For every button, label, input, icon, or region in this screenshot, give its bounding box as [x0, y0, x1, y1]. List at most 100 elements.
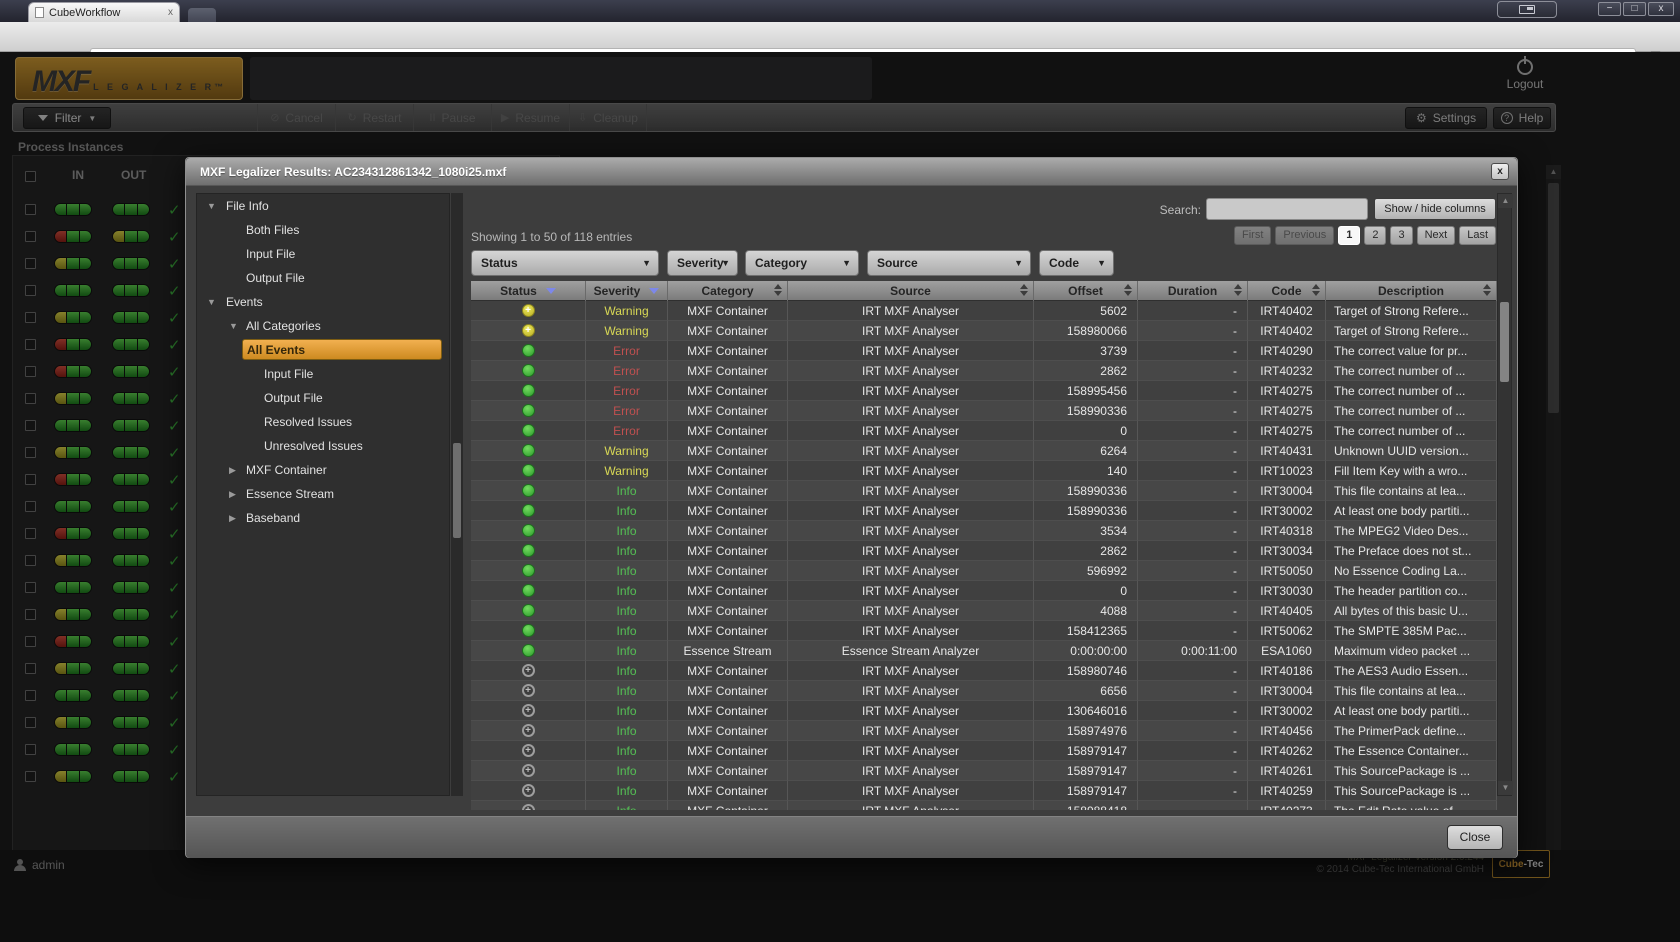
event-row[interactable]: +InfoMXF ContainerIRT MXF Analyser158974…: [471, 721, 1497, 741]
cell-offset: 158980066: [1034, 321, 1138, 341]
chevron-down-icon[interactable]: ▼: [229, 314, 238, 338]
event-row[interactable]: InfoMXF ContainerIRT MXF Analyser1589903…: [471, 481, 1497, 501]
event-row[interactable]: InfoMXF ContainerIRT MXF Analyser4088-IR…: [471, 601, 1497, 621]
event-row[interactable]: +InfoMXF ContainerIRT MXF Analyser158979…: [471, 781, 1497, 801]
scroll-down-icon[interactable]: ▼: [1498, 781, 1513, 795]
cell-offset: 2862: [1034, 541, 1138, 561]
page-button-next[interactable]: Next: [1417, 226, 1456, 245]
show-hide-columns-button[interactable]: Show / hide columns: [1374, 198, 1496, 220]
search-input[interactable]: [1206, 198, 1368, 220]
scrollbar-thumb[interactable]: [1500, 302, 1509, 382]
column-header-category[interactable]: Category: [668, 281, 788, 301]
chevron-right-icon[interactable]: ▶: [229, 482, 236, 506]
event-row[interactable]: InfoEssence StreamEssence Stream Analyze…: [471, 641, 1497, 661]
chevron-right-icon[interactable]: ▶: [229, 506, 236, 530]
tree-item-output-file[interactable]: Output File: [197, 266, 449, 290]
filter-select-category[interactable]: Category▼: [745, 250, 859, 276]
window-minimize-button[interactable]: −: [1598, 2, 1621, 16]
tree-item-resolved-issues[interactable]: Resolved Issues: [197, 410, 449, 434]
tree-item-output-file[interactable]: Output File: [197, 386, 449, 410]
window-restore-button[interactable]: □: [1623, 2, 1646, 16]
tree-item-all-events[interactable]: All Events: [197, 338, 449, 362]
column-header-code[interactable]: Code: [1248, 281, 1326, 301]
chevron-down-icon[interactable]: ▼: [207, 290, 216, 314]
event-row[interactable]: +InfoMXF ContainerIRT MXF Analyser158980…: [471, 661, 1497, 681]
filter-select-source[interactable]: Source▼: [867, 250, 1031, 276]
sort-icon: [1312, 284, 1320, 296]
event-row[interactable]: InfoMXF ContainerIRT MXF Analyser1584123…: [471, 621, 1497, 641]
cell-status: [471, 421, 586, 441]
cell-duration: -: [1138, 341, 1248, 361]
tree-item-input-file[interactable]: Input File: [197, 362, 449, 386]
tree-item-baseband[interactable]: ▶Baseband: [197, 506, 449, 530]
page-button-1[interactable]: 1: [1338, 226, 1360, 245]
event-row[interactable]: ErrorMXF ContainerIRT MXF Analyser158990…: [471, 401, 1497, 421]
filter-select-label: Category: [755, 256, 807, 270]
table-scrollbar[interactable]: ▲ ▼: [1497, 193, 1512, 796]
cell-code: IRT40186: [1248, 661, 1326, 681]
close-button[interactable]: Close: [1447, 825, 1503, 850]
page-button-2[interactable]: 2: [1364, 226, 1386, 245]
column-header-severity[interactable]: Severity: [586, 281, 668, 301]
event-row[interactable]: InfoMXF ContainerIRT MXF Analyser1589903…: [471, 501, 1497, 521]
filter-select-status[interactable]: Status▼: [471, 250, 659, 276]
cell-category: MXF Container: [668, 681, 788, 701]
event-row[interactable]: WarningMXF ContainerIRT MXF Analyser140-…: [471, 461, 1497, 481]
page-button-3[interactable]: 3: [1390, 226, 1412, 245]
scroll-up-icon[interactable]: ▲: [1498, 194, 1513, 208]
status-ok-icon: [522, 344, 535, 357]
tree-item-unresolved-issues[interactable]: Unresolved Issues: [197, 434, 449, 458]
chevron-down-icon[interactable]: ▼: [207, 194, 216, 218]
scrollbar-thumb[interactable]: [453, 443, 461, 538]
background-tab[interactable]: [188, 8, 216, 22]
tree-item-mxf-container[interactable]: ▶MXF Container: [197, 458, 449, 482]
event-row[interactable]: InfoMXF ContainerIRT MXF Analyser3534-IR…: [471, 521, 1497, 541]
event-row[interactable]: InfoMXF ContainerIRT MXF Analyser596992-…: [471, 561, 1497, 581]
cell-status: +: [471, 741, 586, 761]
tree-item-all-categories[interactable]: ▼All Categories: [197, 314, 449, 338]
column-header-status[interactable]: Status: [471, 281, 586, 301]
event-row[interactable]: +WarningMXF ContainerIRT MXF Analyser560…: [471, 301, 1497, 321]
event-row[interactable]: InfoMXF ContainerIRT MXF Analyser0-IRT30…: [471, 581, 1497, 601]
page-button-last[interactable]: Last: [1459, 226, 1496, 245]
tree-scrollbar[interactable]: [451, 193, 463, 796]
tree-item-input-file[interactable]: Input File: [197, 242, 449, 266]
event-row[interactable]: +InfoMXF ContainerIRT MXF Analyser158979…: [471, 741, 1497, 761]
column-header-offset[interactable]: Offset: [1034, 281, 1138, 301]
window-close-button[interactable]: x: [1648, 2, 1674, 16]
event-row[interactable]: ErrorMXF ContainerIRT MXF Analyser2862-I…: [471, 361, 1497, 381]
event-row[interactable]: ErrorMXF ContainerIRT MXF Analyser0-IRT4…: [471, 421, 1497, 441]
event-row[interactable]: +InfoMXF ContainerIRT MXF Analyser158979…: [471, 761, 1497, 781]
event-row[interactable]: +InfoMXF ContainerIRT MXF Analyser130646…: [471, 701, 1497, 721]
cell-category: MXF Container: [668, 701, 788, 721]
filter-select-code[interactable]: Code▼: [1039, 250, 1114, 276]
tree-item-both-files[interactable]: Both Files: [197, 218, 449, 242]
event-row[interactable]: InfoMXF ContainerIRT MXF Analyser2862-IR…: [471, 541, 1497, 561]
event-row[interactable]: +WarningMXF ContainerIRT MXF Analyser158…: [471, 321, 1497, 341]
column-header-description[interactable]: Description: [1326, 281, 1497, 301]
tree-item-events[interactable]: ▼Events: [197, 290, 449, 314]
filter-select-severity[interactable]: Severity▼: [667, 250, 738, 276]
tree-item-file-info[interactable]: ▼File Info: [197, 194, 449, 218]
tab-close-icon[interactable]: x: [168, 7, 173, 18]
event-row[interactable]: ErrorMXF ContainerIRT MXF Analyser3739-I…: [471, 341, 1497, 361]
cell-status: [471, 641, 586, 661]
cell-duration: -: [1138, 801, 1248, 810]
cell-status: +: [471, 681, 586, 701]
cell-duration: -: [1138, 421, 1248, 441]
cell-category: MXF Container: [668, 361, 788, 381]
event-row[interactable]: +InfoMXF ContainerIRT MXF Analyser6656-I…: [471, 681, 1497, 701]
event-row[interactable]: ErrorMXF ContainerIRT MXF Analyser158995…: [471, 381, 1497, 401]
column-header-duration[interactable]: Duration: [1138, 281, 1248, 301]
sort-up-icon: [1020, 284, 1028, 289]
event-row[interactable]: +InfoMXF ContainerIRT MXF Analyser158988…: [471, 801, 1497, 810]
tree-item-essence-stream[interactable]: ▶Essence Stream: [197, 482, 449, 506]
browser-tab[interactable]: CubeWorkflow x: [28, 2, 180, 22]
event-row[interactable]: WarningMXF ContainerIRT MXF Analyser6264…: [471, 441, 1497, 461]
status-ok-icon: [522, 644, 535, 657]
chevron-right-icon[interactable]: ▶: [229, 458, 236, 482]
dialog-titlebar[interactable]: MXF Legalizer Results: AC234312861342_10…: [186, 158, 1517, 186]
column-header-source[interactable]: Source: [788, 281, 1034, 301]
presentation-mode-button[interactable]: [1497, 1, 1557, 18]
dialog-close-icon[interactable]: x: [1491, 163, 1509, 180]
